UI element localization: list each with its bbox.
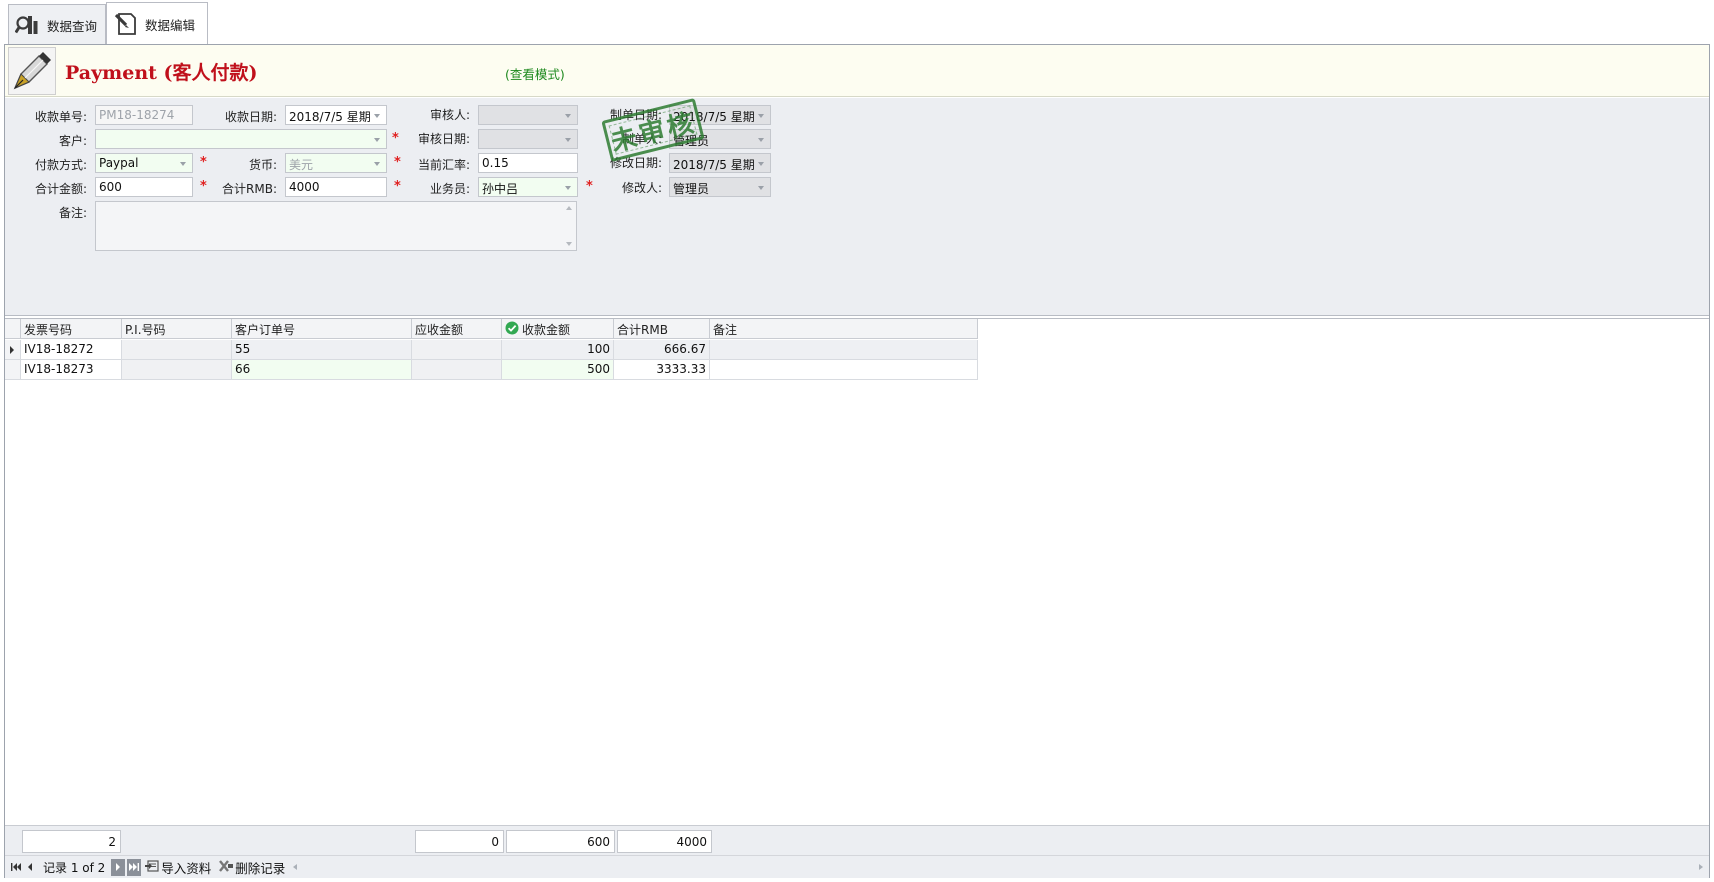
cell-received[interactable]: 500 (502, 360, 614, 380)
tab-data-edit[interactable]: 数据编辑 (106, 2, 208, 45)
scroll-left-icon[interactable] (293, 863, 298, 870)
review-date-label: 审核日期: (417, 132, 470, 146)
payment-form: 收款单号: PM18-18274 客户: * 付款方式: Paypal * 合计… (5, 98, 1709, 316)
last-record-icon[interactable] (127, 858, 142, 876)
salesman-label: 业务员: (429, 182, 470, 196)
cell-invoice-no[interactable]: IV18-18272 (21, 340, 122, 360)
delete-record-button[interactable]: 删除记录 (215, 858, 289, 877)
delete-icon (219, 859, 234, 875)
total-amount-field[interactable]: 600 (95, 177, 193, 197)
import-icon (145, 859, 159, 875)
check-circle-icon (505, 321, 519, 338)
row-indicator (5, 360, 21, 380)
customer-required-mark: * (392, 131, 399, 146)
tab-data-edit-label: 数据编辑 (145, 17, 196, 33)
cell-remark[interactable] (710, 340, 978, 360)
import-button[interactable]: 导入资料 (141, 858, 215, 877)
customer-select[interactable] (95, 129, 387, 149)
title-banner: Payment (客人付款) (查看模式) (5, 45, 1709, 97)
modifier-field[interactable]: 管理员 (669, 177, 771, 197)
grid-totals-bar: 2 0 600 4000 (5, 825, 1709, 855)
cell-pi-no[interactable] (122, 340, 232, 360)
review-date-field[interactable] (478, 129, 578, 149)
fountain-pen-icon (8, 47, 56, 95)
total-amount-label: 合计金额: (34, 182, 87, 196)
receipt-no-label: 收款单号: (34, 110, 87, 124)
total-received: 600 (506, 830, 615, 853)
row-indicator-header (5, 319, 21, 339)
table-row[interactable]: IV18-18272 55 100 666.67 (5, 340, 978, 360)
exchange-rate-label: 当前汇率: (417, 158, 470, 172)
reviewer-label: 审核人: (429, 108, 470, 122)
total-rmb-label: 合计RMB: (222, 182, 277, 196)
row-indicator (5, 340, 21, 360)
column-header-invoice-no[interactable]: 发票号码 (21, 319, 122, 339)
modified-date-field[interactable]: 2018/7/5 星期 (669, 153, 771, 173)
horizontal-scrollbar[interactable] (289, 859, 1709, 876)
scroll-up-icon[interactable] (566, 206, 572, 210)
grid-header: 发票号码 P.I.号码 客户订单号 应收金额 收款金额 合计RMB 备注 (5, 319, 978, 339)
customer-label: 客户: (58, 134, 87, 148)
cell-rmb[interactable]: 3333.33 (614, 360, 710, 380)
table-row[interactable]: IV18-18273 66 500 3333.33 (5, 360, 978, 380)
cell-remark[interactable] (710, 360, 978, 380)
invoice-grid: 发票号码 P.I.号码 客户订单号 应收金额 收款金额 合计RMB 备注 IV1… (5, 318, 1709, 873)
column-header-customer-order[interactable]: 客户订单号 (232, 319, 412, 339)
tab-data-query[interactable]: 数据查询 (8, 4, 106, 45)
column-header-received[interactable]: 收款金额 (502, 319, 614, 339)
receipt-date-field[interactable]: 2018/7/5 星期 (285, 105, 387, 125)
edit-frame: Payment (客人付款) (查看模式) 未审核 收款单号: PM18-182… (4, 44, 1710, 878)
cell-received[interactable]: 100 (502, 340, 614, 360)
pay-method-select[interactable]: Paypal (95, 153, 193, 173)
remark-label: 备注: (58, 206, 87, 220)
reviewer-select[interactable] (478, 105, 578, 125)
total-receivable: 0 (415, 830, 504, 853)
view-mode-label: (查看模式) (505, 67, 565, 82)
cell-invoice-no[interactable]: IV18-18273 (21, 360, 122, 380)
cell-rmb[interactable]: 666.67 (614, 340, 710, 360)
total-rmb-field[interactable]: 4000 (285, 177, 387, 197)
receipt-date-label: 收款日期: (224, 110, 277, 124)
column-header-remark[interactable]: 备注 (710, 319, 978, 339)
total-count: 2 (22, 830, 121, 853)
salesman-select[interactable]: 孙中吕 (478, 177, 578, 197)
page-title: Payment (客人付款) (65, 62, 258, 84)
record-navigator: 记录 1 of 2 导入资料 删除记录 (5, 855, 1709, 878)
column-header-receivable[interactable]: 应收金额 (412, 319, 502, 339)
pay-method-label: 付款方式: (34, 158, 87, 172)
search-chart-icon (15, 13, 41, 37)
currency-select[interactable]: 美元 (285, 153, 387, 173)
import-label: 导入资料 (161, 860, 212, 876)
cell-pi-no[interactable] (122, 360, 232, 380)
tab-strip: 数据查询 数据编辑 (0, 0, 1714, 45)
record-position: 记录 1 of 2 (43, 860, 106, 875)
next-record-icon[interactable] (111, 858, 126, 876)
modifier-label: 修改人: (621, 181, 662, 195)
column-header-received-label: 收款金额 (522, 322, 571, 337)
cell-customer-order[interactable]: 66 (232, 360, 412, 380)
cell-receivable[interactable] (412, 360, 502, 380)
remark-textarea[interactable] (95, 201, 577, 251)
tab-data-query-label: 数据查询 (47, 18, 98, 34)
currency-label: 货币: (248, 158, 277, 172)
current-row-pointer-icon (10, 346, 14, 354)
cell-customer-order[interactable]: 55 (232, 340, 412, 360)
scroll-down-icon[interactable] (566, 242, 572, 246)
edit-document-icon (113, 11, 139, 37)
prev-record-icon[interactable] (23, 859, 37, 876)
delete-label: 删除记录 (235, 860, 286, 876)
column-header-rmb[interactable]: 合计RMB (614, 319, 710, 339)
column-header-pi-no[interactable]: P.I.号码 (122, 319, 232, 339)
total-rmb: 4000 (617, 830, 712, 853)
receipt-no-field[interactable]: PM18-18274 (95, 105, 193, 125)
cell-receivable[interactable] (412, 340, 502, 360)
exchange-rate-field[interactable]: 0.15 (478, 153, 578, 173)
first-record-icon[interactable] (9, 859, 23, 876)
scroll-right-icon[interactable] (1699, 863, 1703, 870)
